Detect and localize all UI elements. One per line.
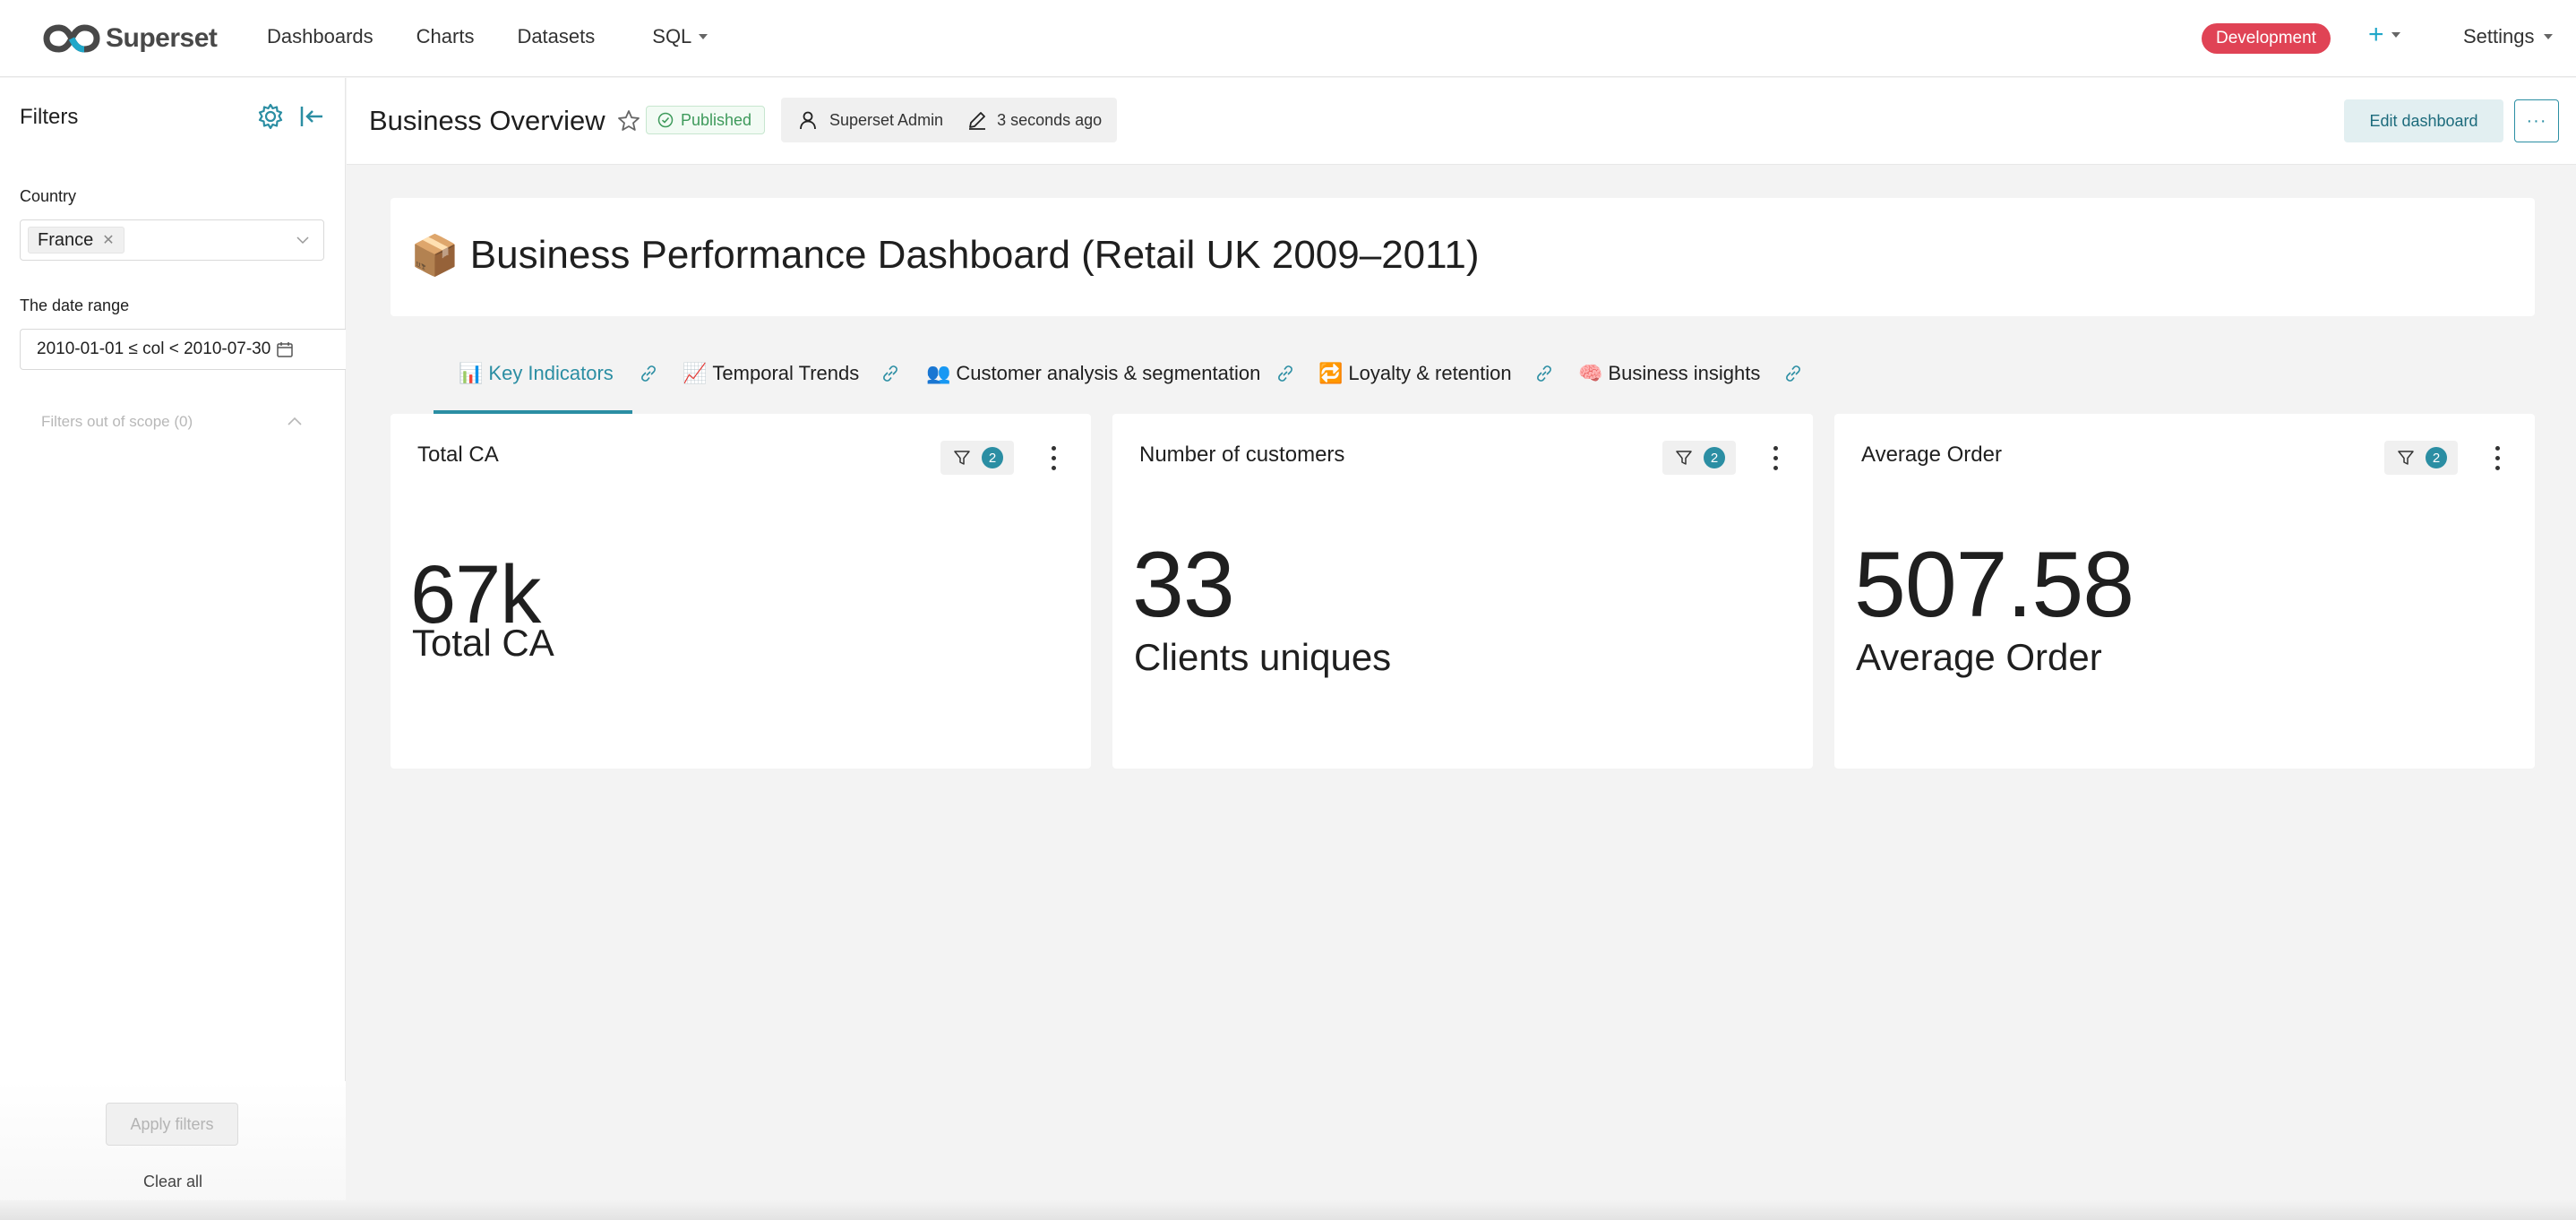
link-icon[interactable] xyxy=(1783,364,1803,383)
tab-key-indicators[interactable]: 📊 Key Indicators xyxy=(459,362,614,385)
chevron-down-icon xyxy=(296,236,309,245)
published-badge[interactable]: Published xyxy=(646,106,766,134)
markdown-header-card: 📦 Business Performance Dashboard (Retail… xyxy=(391,198,2535,316)
nav-sql-label: SQL xyxy=(652,25,692,47)
filter-count-badge: 2 xyxy=(1704,447,1725,468)
tab-label: Key Indicators xyxy=(488,362,614,384)
check-circle-icon xyxy=(657,112,674,128)
markdown-title: 📦 Business Performance Dashboard (Retail… xyxy=(410,232,1479,279)
dashboard-header: Business Overview Published Superset Adm… xyxy=(347,78,2576,165)
calendar-icon xyxy=(277,342,294,357)
filters-title: Filters xyxy=(20,105,79,129)
chart-menu-icon[interactable] xyxy=(2486,441,2508,475)
brand-name: Superset xyxy=(106,23,218,53)
link-icon[interactable] xyxy=(1275,364,1295,383)
applied-filters-indicator[interactable]: 2 xyxy=(1662,441,1736,475)
dashboard-title[interactable]: Business Overview xyxy=(369,105,605,137)
big-number-subheader: Average Order xyxy=(1856,636,2102,678)
dashboard-tabs: 📊 Key Indicators 📈 Temporal Trends 👥 Cus… xyxy=(391,331,2535,414)
tab-label: Business insights xyxy=(1608,362,1761,384)
tag-label: France xyxy=(38,229,94,250)
modified-time: 3 seconds ago xyxy=(997,110,1103,129)
tab-label: Temporal Trends xyxy=(712,362,860,384)
country-select[interactable]: France ✕ xyxy=(20,219,324,261)
chart-title[interactable]: Total CA xyxy=(417,442,499,468)
bar-chart-icon: 📊 xyxy=(459,362,484,384)
date-range-value: 2010-01-01 ≤ col < 2010-07-30 xyxy=(37,339,271,358)
apply-filters-button[interactable]: Apply filters xyxy=(106,1103,238,1146)
top-navbar: Superset Dashboards Charts Datasets SQL … xyxy=(0,0,2576,77)
page-bottom-edge xyxy=(0,1200,2576,1220)
chevron-up-icon[interactable] xyxy=(287,415,303,427)
superset-logo[interactable]: Superset xyxy=(43,21,218,56)
filters-out-of-scope[interactable]: Filters out of scope (0) xyxy=(41,413,193,431)
nav-datasets[interactable]: Datasets xyxy=(517,25,595,48)
chart-title[interactable]: Number of customers xyxy=(1139,442,1344,468)
filter-count-badge: 2 xyxy=(2426,447,2447,468)
star-icon[interactable] xyxy=(617,109,640,133)
tab-label: Loyalty & retention xyxy=(1348,362,1512,384)
caret-down-icon xyxy=(2543,34,2553,39)
main-nav: Dashboards Charts Datasets SQL xyxy=(267,25,751,48)
selected-tag: France ✕ xyxy=(28,227,125,253)
chart-card-average-order: Average Order 2 507.58 Average Order xyxy=(1834,414,2535,769)
user-icon xyxy=(800,111,816,130)
more-options-button[interactable]: ··· xyxy=(2514,99,2559,142)
markdown-title-text: Business Performance Dashboard (Retail U… xyxy=(469,233,1480,277)
big-number-value: 507.58 xyxy=(1854,533,2134,637)
new-item-menu[interactable]: + xyxy=(2368,20,2400,50)
big-number-value: 33 xyxy=(1132,533,1235,637)
close-icon[interactable]: ✕ xyxy=(102,231,114,249)
published-label: Published xyxy=(681,110,752,129)
tab-business-insights[interactable]: 🧠 Business insights xyxy=(1578,362,1760,385)
package-icon: 📦 xyxy=(410,234,459,278)
country-filter-label: Country xyxy=(20,187,77,205)
caret-down-icon xyxy=(2391,32,2400,38)
chart-title[interactable]: Average Order xyxy=(1861,442,2002,468)
edit-dashboard-button[interactable]: Edit dashboard xyxy=(2344,99,2503,142)
filter-icon xyxy=(1676,451,1692,465)
applied-filters-indicator[interactable]: 2 xyxy=(2384,441,2458,475)
plus-icon: + xyxy=(2368,20,2384,49)
trend-chart-icon: 📈 xyxy=(683,362,708,384)
date-range-input[interactable]: 2010-01-01 ≤ col < 2010-07-30 xyxy=(20,329,346,370)
dashboard-metadata: Superset Admin 3 seconds ago xyxy=(781,98,1117,142)
chart-card-total-ca: Total CA 2 67k Total CA xyxy=(391,414,1091,769)
chart-menu-icon[interactable] xyxy=(1765,441,1786,475)
settings-label: Settings xyxy=(2463,25,2535,47)
tab-loyalty-retention[interactable]: 🔁 Loyalty & retention xyxy=(1318,362,1512,385)
owner-name: Superset Admin xyxy=(829,110,944,129)
tab-label: Customer analysis & segmentation xyxy=(956,362,1261,384)
applied-filters-indicator[interactable]: 2 xyxy=(940,441,1014,475)
tab-temporal-trends[interactable]: 📈 Temporal Trends xyxy=(683,362,859,385)
filter-icon xyxy=(954,451,970,465)
date-filter-label: The date range xyxy=(20,296,130,314)
settings-menu[interactable]: Settings xyxy=(2463,25,2553,48)
nav-dashboards[interactable]: Dashboards xyxy=(267,25,374,48)
nav-sql-menu[interactable]: SQL xyxy=(652,25,708,48)
filter-count-badge: 2 xyxy=(982,447,1003,468)
edit-pencil-icon xyxy=(969,112,986,130)
gear-icon[interactable] xyxy=(256,102,285,131)
environment-badge: Development xyxy=(2202,23,2331,54)
filter-icon xyxy=(2398,451,2414,465)
link-icon[interactable] xyxy=(639,364,658,383)
collapse-sidebar-icon[interactable] xyxy=(297,102,326,131)
clear-all-button[interactable]: Clear all xyxy=(0,1173,346,1191)
link-icon[interactable] xyxy=(880,364,900,383)
people-icon: 👥 xyxy=(926,362,951,384)
link-icon[interactable] xyxy=(1534,364,1554,383)
big-number-subheader: Clients uniques xyxy=(1134,636,1392,678)
tab-customer-analysis[interactable]: 👥 Customer analysis & segmentation xyxy=(926,362,1260,385)
big-number-subheader: Total CA xyxy=(412,622,554,664)
superset-logo-icon xyxy=(43,24,100,53)
nav-charts[interactable]: Charts xyxy=(416,25,475,48)
chart-menu-icon[interactable] xyxy=(1043,441,1064,475)
caret-down-icon xyxy=(699,34,708,39)
repeat-icon: 🔁 xyxy=(1318,362,1344,384)
chart-card-number-of-customers: Number of customers 2 33 Clients uniques xyxy=(1112,414,1813,769)
filter-sidebar: Filters Country France ✕ The date range … xyxy=(0,78,346,1220)
brain-icon: 🧠 xyxy=(1578,362,1603,384)
